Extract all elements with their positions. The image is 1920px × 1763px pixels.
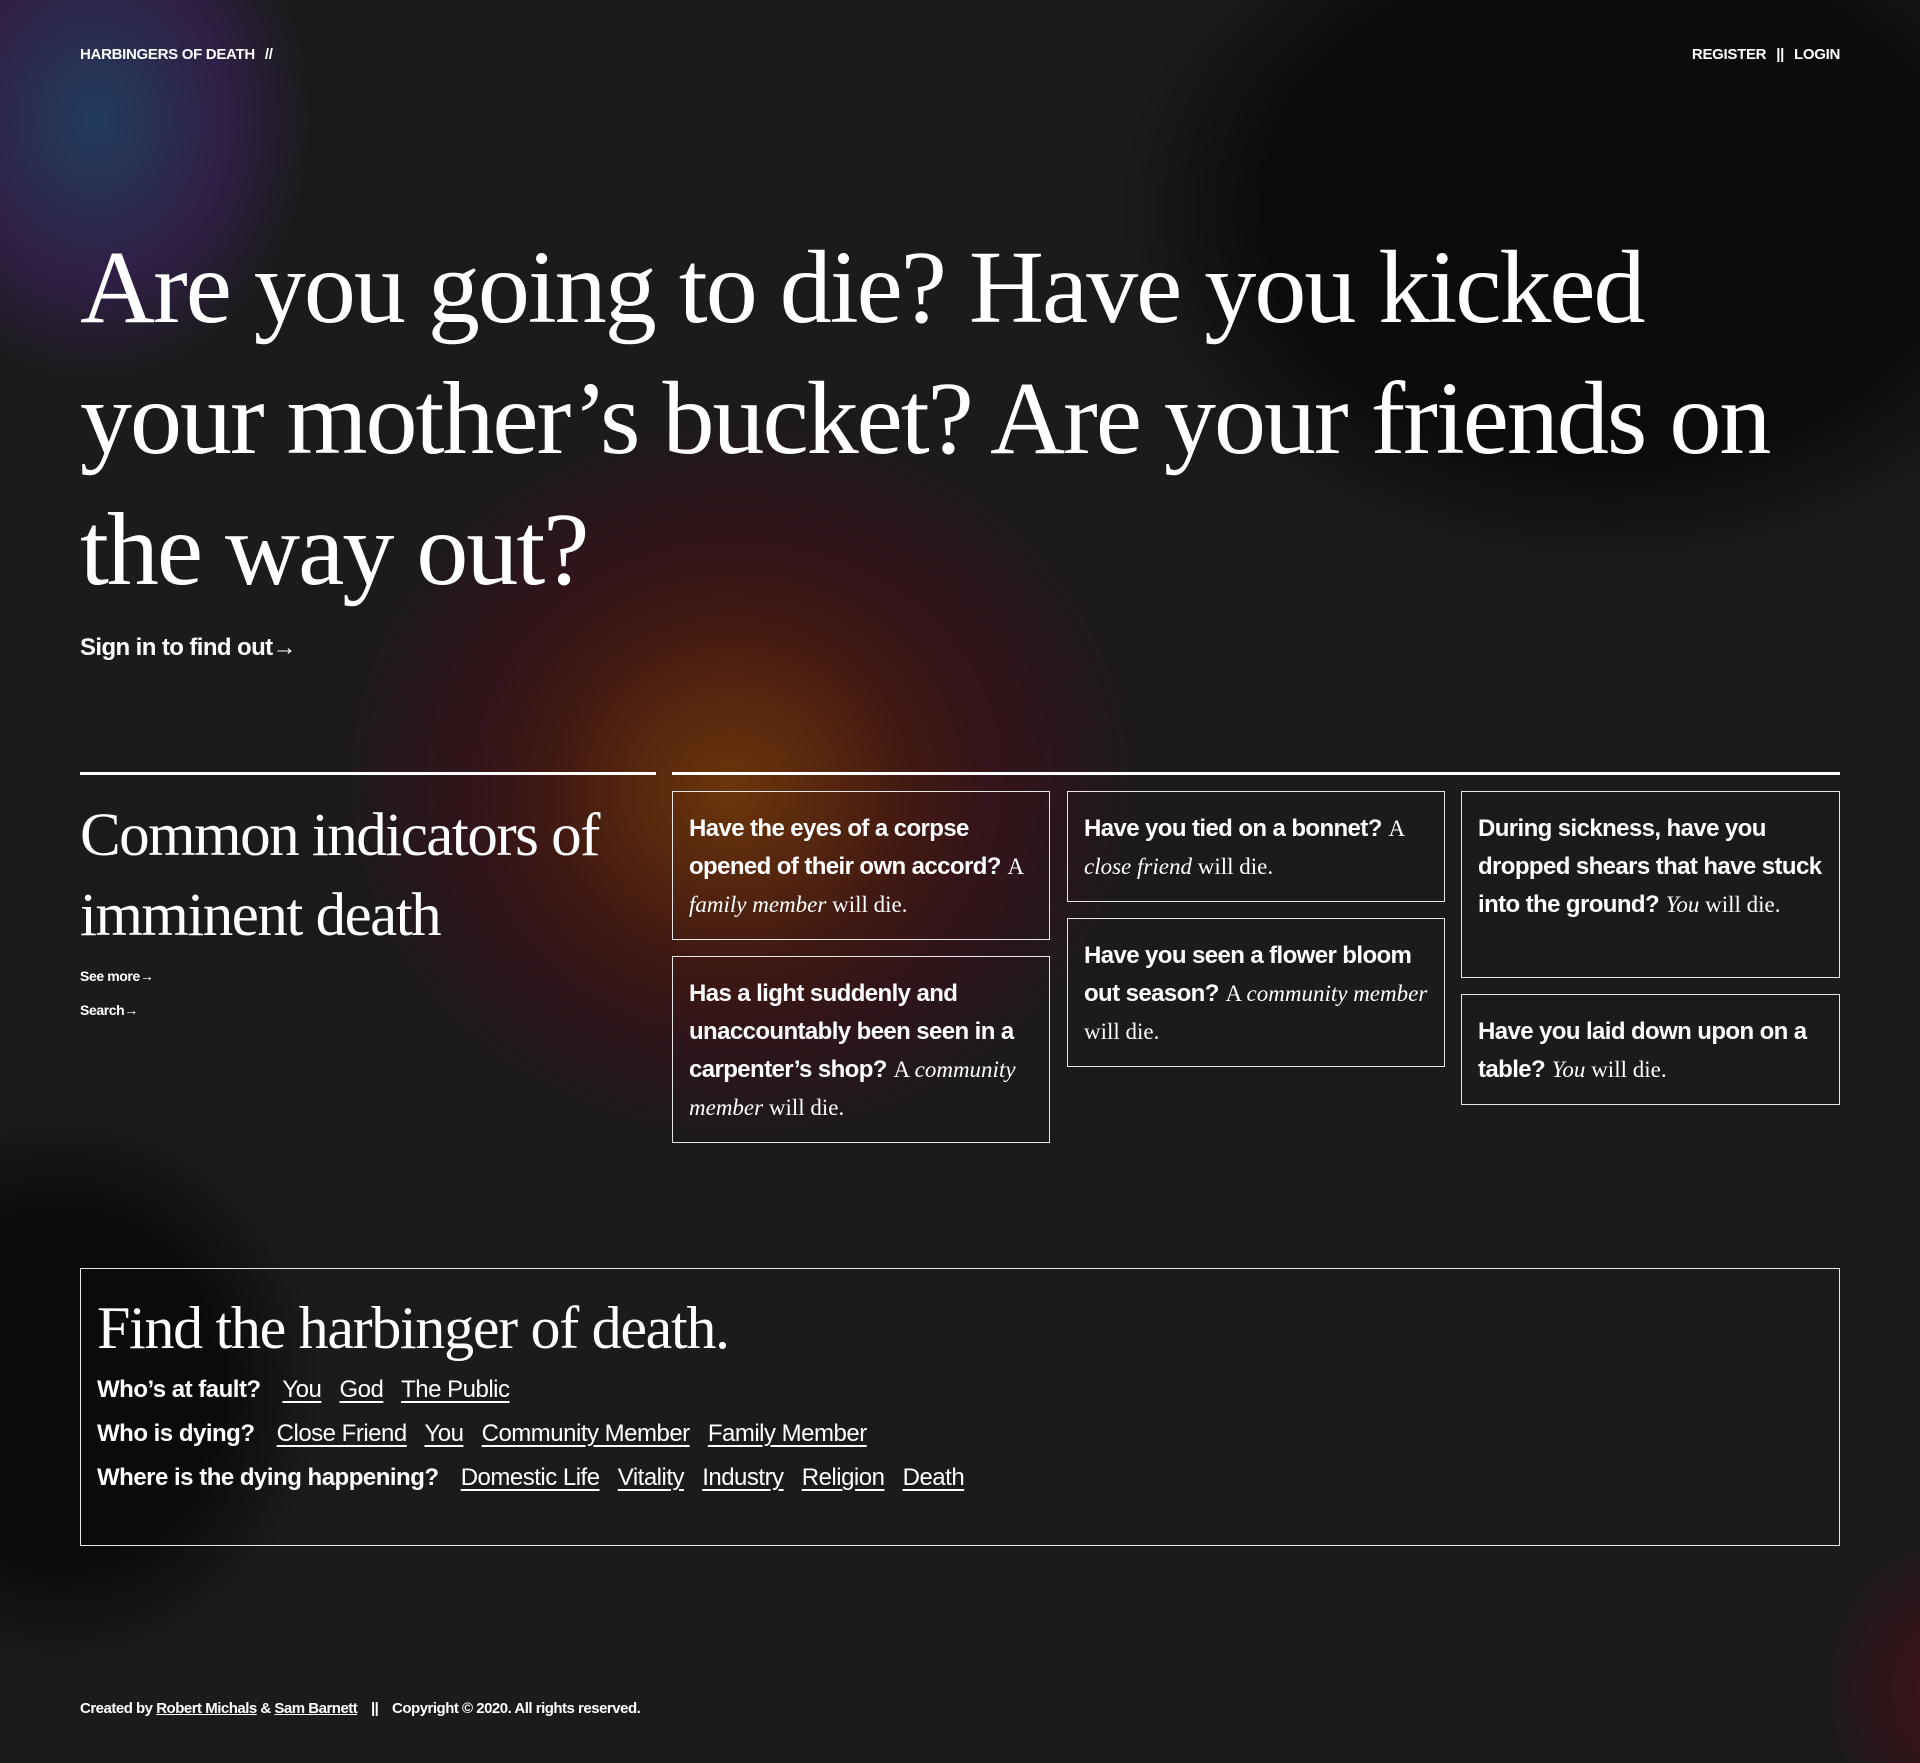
card-question: Have the eyes of a corpse opened of thei… [689,815,1001,880]
auth-divider: || [1776,46,1784,63]
search-link[interactable]: Search→ [80,1002,138,1018]
harbinger-finder: Find the harbinger of death. Who’s at fa… [80,1268,1840,1546]
indicator-card[interactable]: Has a light suddenly and unaccountably b… [672,956,1050,1143]
card-answer: You will die. [1665,892,1781,917]
filter-option-death[interactable]: Death [903,1464,965,1491]
where-filter-row: Where is the dying happening? Domestic L… [97,1463,1823,1493]
footer-ampersand: & [260,1700,271,1717]
filter-option-domestic-life[interactable]: Domestic Life [461,1464,600,1491]
section-divider-left [80,772,656,775]
brand: HARBINGERS OF DEATH // [80,46,283,63]
filter-option-religion[interactable]: Religion [802,1464,885,1491]
finder-title: Find the harbinger of death. [97,1295,730,1361]
indicator-card[interactable]: During sickness, have you dropped shears… [1461,791,1840,978]
footer-copyright: Copyright © 2020. All rights reserved. [392,1700,641,1717]
section-divider-right [672,772,1840,775]
brand-suffix: // [264,46,273,63]
indicator-card[interactable]: Have the eyes of a corpse opened of thei… [672,791,1050,940]
page-content: HARBINGERS OF DEATH // REGISTER || LOGIN Ar… [0,0,1920,1763]
indicator-card[interactable]: Have you seen a flower bloom out season?… [1067,918,1445,1067]
fault-filter-row: Who’s at fault? You God The Public [97,1375,1823,1405]
footer: Created by Robert Michals & Sam Barnett … [80,1700,641,1717]
footer-divider: || [370,1700,379,1717]
where-filter-label: Where is the dying happening? [97,1464,439,1491]
sign-in-link[interactable]: Sign in to find out→ [80,634,297,662]
see-more-link[interactable]: See more→ [80,968,154,984]
auth-links: REGISTER || LOGIN [1692,46,1840,63]
dying-filter-label: Who is dying? [97,1420,255,1447]
author-link-robert-michals[interactable]: Robert Michals [156,1700,257,1717]
login-link[interactable]: LOGIN [1794,46,1840,63]
filter-option-close-friend[interactable]: Close Friend [277,1420,408,1447]
indicator-card[interactable]: Have you tied on a bonnet? A close frien… [1067,791,1445,902]
top-nav: HARBINGERS OF DEATH // REGISTER || LOGIN [80,46,1840,63]
brand-link[interactable]: HARBINGERS OF DEATH [80,46,255,63]
author-link-sam-barnett[interactable]: Sam Barnett [274,1700,357,1717]
filter-option-you[interactable]: You [282,1376,322,1403]
dying-filter-row: Who is dying? Close Friend You Community… [97,1419,1823,1449]
filter-option-community-member[interactable]: Community Member [482,1420,691,1447]
filter-option-industry[interactable]: Industry [702,1464,784,1491]
filter-option-family-member[interactable]: Family Member [708,1420,867,1447]
filter-option-the-public[interactable]: The Public [401,1376,510,1403]
indicators-title: Common indicators of imminent death [80,802,600,949]
card-question: Have you tied on a bonnet? [1084,815,1382,842]
fault-filter-label: Who’s at fault? [97,1376,261,1403]
register-link[interactable]: REGISTER [1692,46,1767,63]
filter-option-you[interactable]: You [424,1420,464,1447]
indicator-card[interactable]: Have you laid down upon on a table? You … [1461,994,1840,1105]
filter-option-god[interactable]: God [340,1376,384,1403]
hero-headline: Are you going to die? Have you kicked yo… [80,230,1771,607]
footer-created-by: Created by [80,1700,153,1717]
card-answer: You will die. [1551,1057,1667,1082]
filter-option-vitality[interactable]: Vitality [618,1464,685,1491]
